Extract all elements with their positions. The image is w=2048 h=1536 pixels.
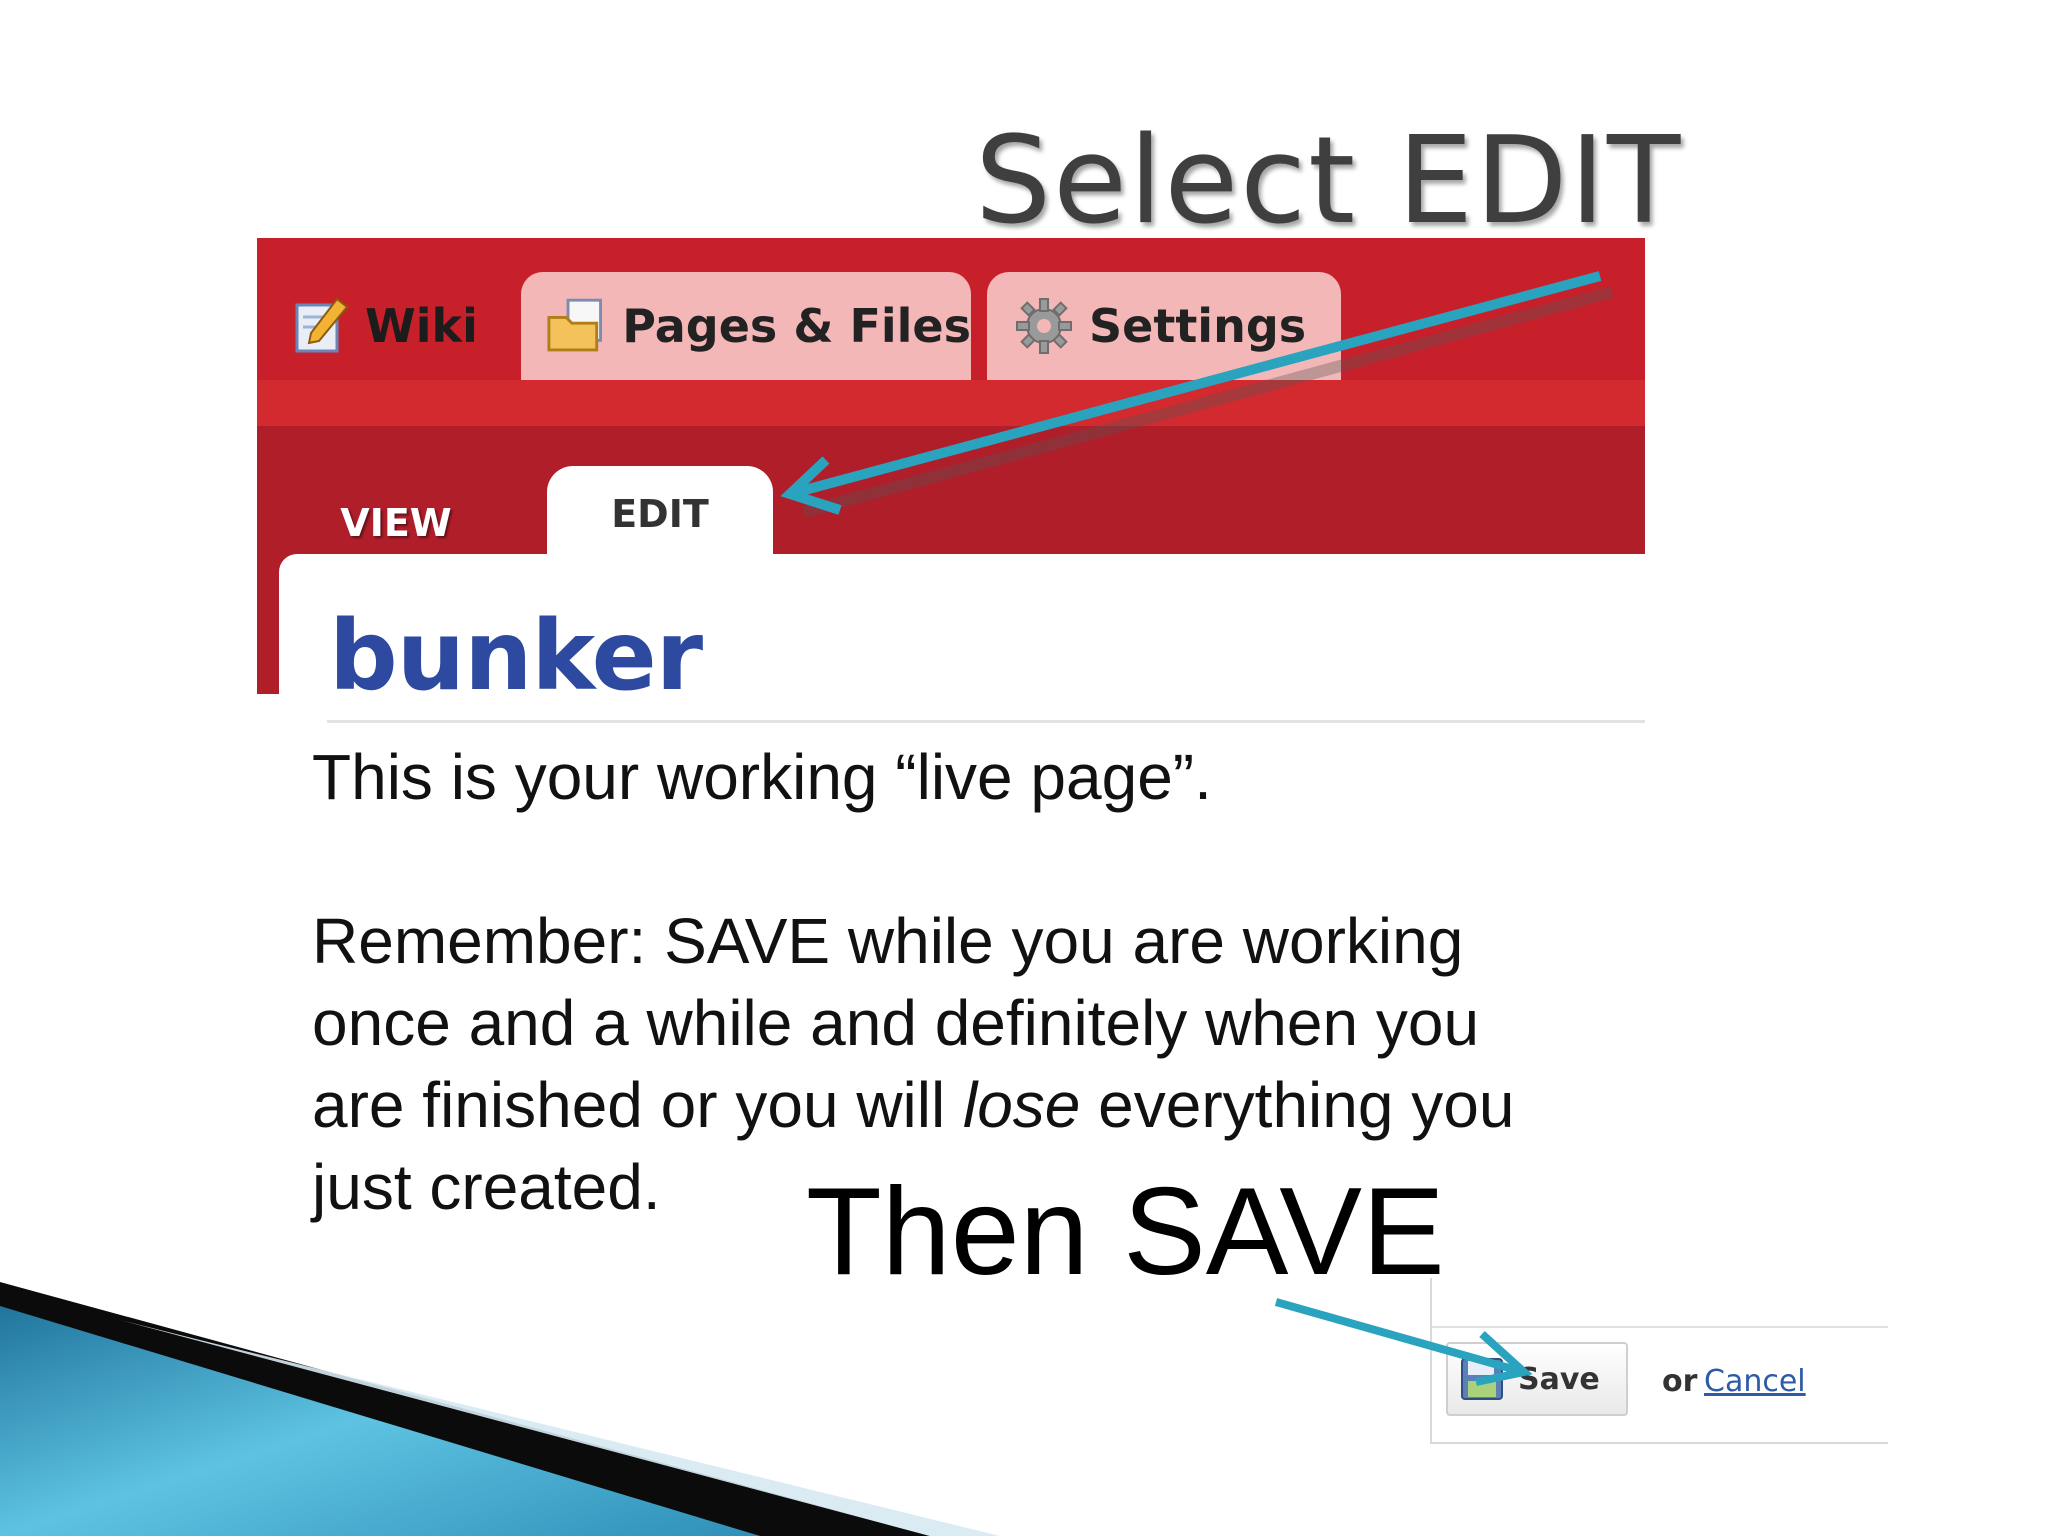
tab-wiki[interactable]: Wiki <box>271 272 521 380</box>
tab-wiki-label: Wiki <box>365 299 478 353</box>
subtab-edit[interactable]: EDIT <box>547 466 773 586</box>
gear-icon <box>1016 298 1072 354</box>
or-label: or <box>1662 1364 1698 1399</box>
pencil-page-icon <box>295 297 349 353</box>
wiki-screenshot-panel: Wiki Pages & Files Settings VIEW EDIT bu… <box>257 238 1645 730</box>
save-button-label: Save <box>1518 1361 1600 1397</box>
reminder-line: Remember: SAVE while you are working <box>312 905 1464 977</box>
slide-title: Select EDIT <box>975 112 1683 251</box>
heading-divider <box>327 720 1645 723</box>
page-title: bunker <box>329 600 703 712</box>
intro-text: This is your working “live page”. <box>312 741 1212 813</box>
tab-settings-label: Settings <box>1089 299 1307 353</box>
subtab-view[interactable]: VIEW <box>271 466 521 566</box>
save-bar-screenshot: Save or Cancel <box>1430 1278 1888 1444</box>
tab-pages-label: Pages & Files <box>622 299 971 353</box>
then-save-caption: Then SAVE <box>806 1163 1445 1301</box>
emphasis-lose: lose <box>962 1069 1081 1141</box>
folder-page-icon <box>547 298 602 352</box>
reminder-line: once and a while and definitely when you <box>312 987 1480 1059</box>
tab-bar-divider <box>257 380 1645 426</box>
slide-corner-decoration <box>0 1282 1000 1536</box>
cancel-link[interactable]: Cancel <box>1704 1364 1806 1399</box>
tab-settings[interactable]: Settings <box>987 272 1341 380</box>
save-bar-divider <box>1432 1326 1888 1328</box>
reminder-line: are finished or you will lose everything… <box>312 1069 1515 1141</box>
save-disk-icon <box>1461 1358 1503 1400</box>
tab-pages-and-files[interactable]: Pages & Files <box>521 272 971 380</box>
save-button[interactable]: Save <box>1446 1342 1628 1416</box>
